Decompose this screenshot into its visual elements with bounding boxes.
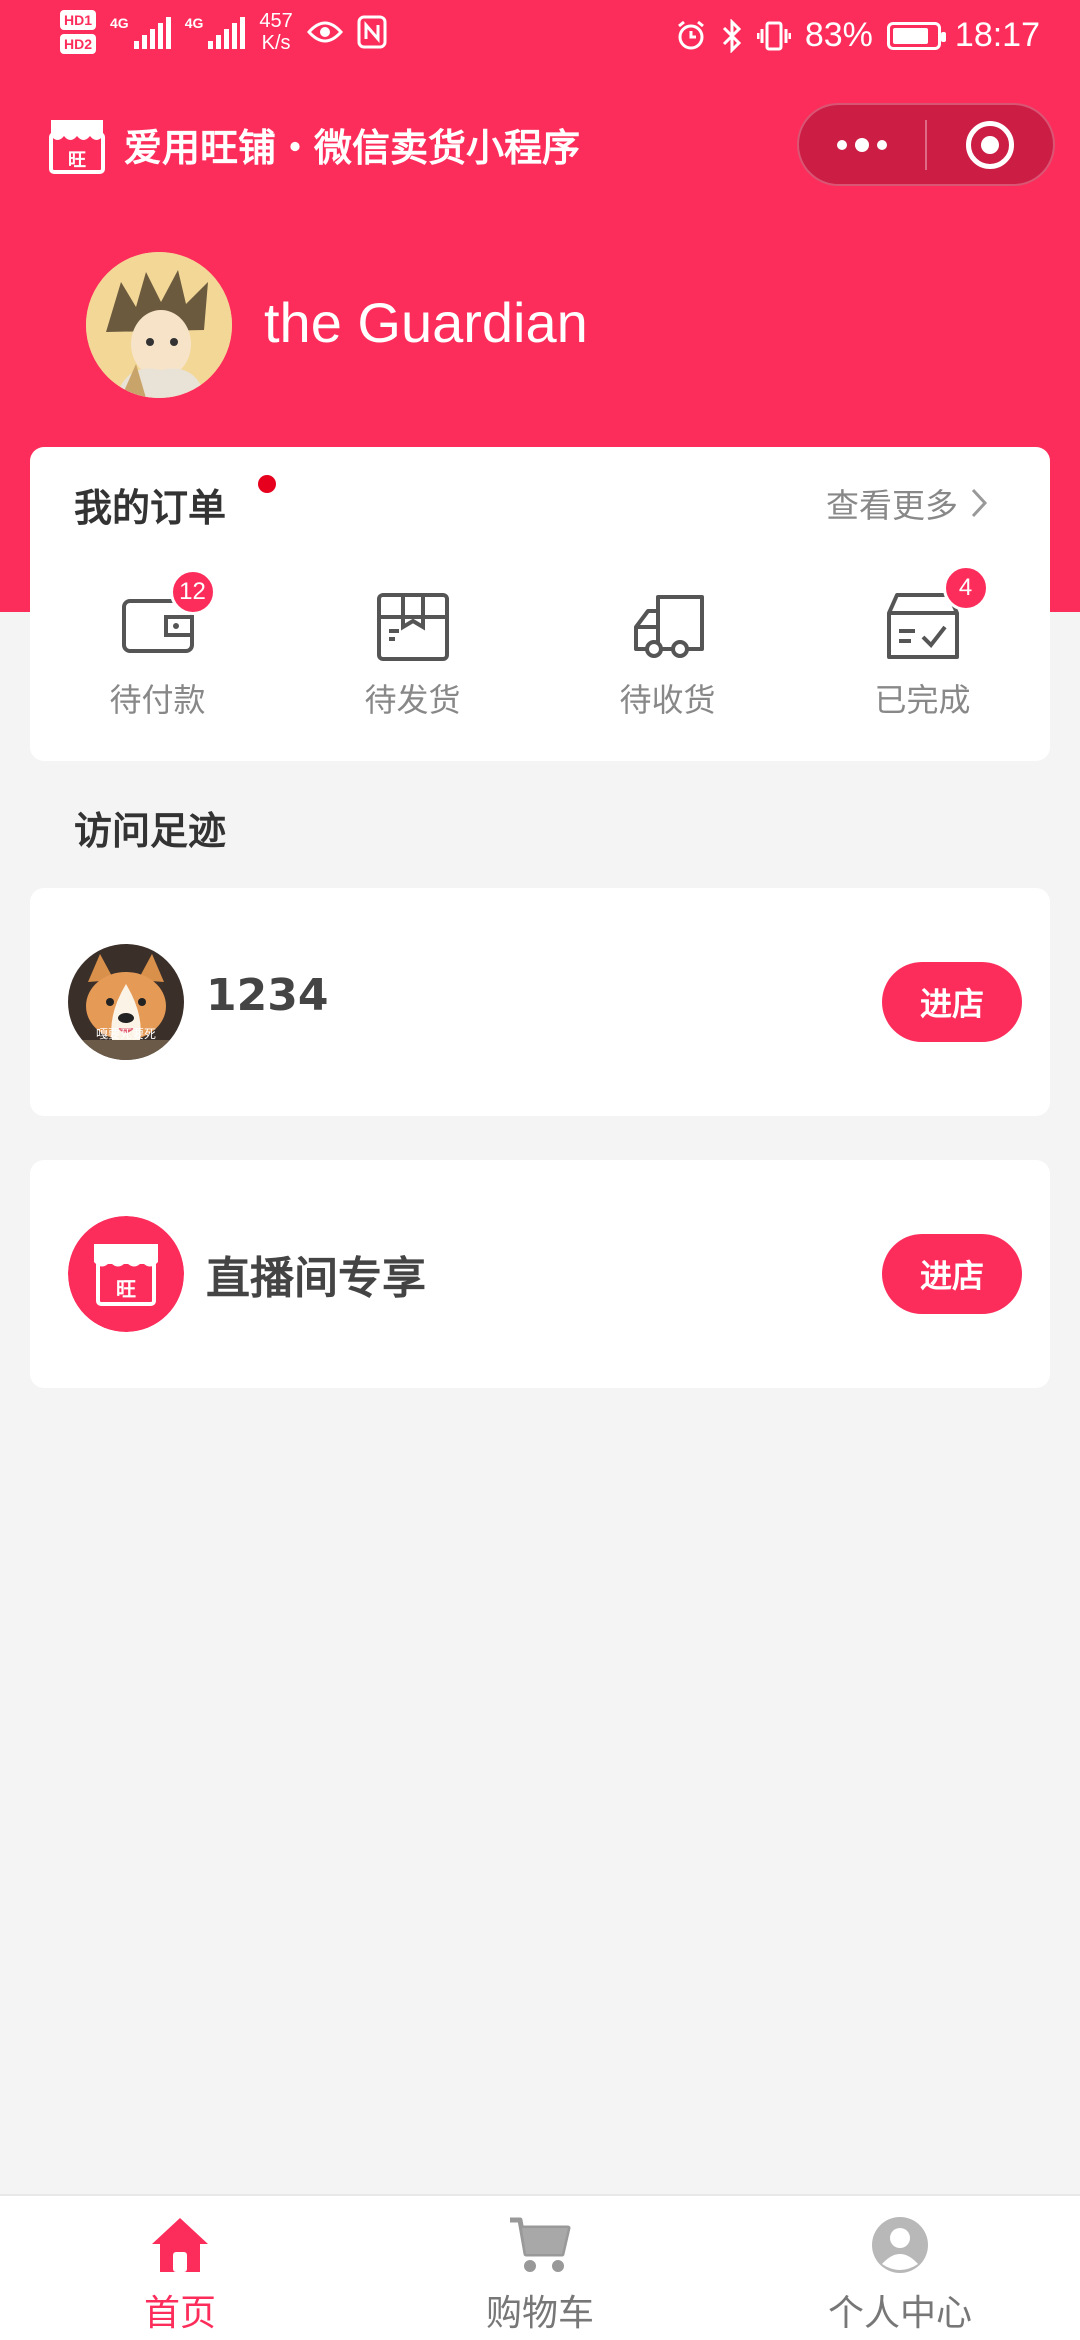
shop-avatar: 嘎要死要死 xyxy=(68,944,184,1060)
target-icon xyxy=(966,120,1014,169)
home-icon xyxy=(152,2218,208,2272)
title-bar: 旺 爱用旺铺・微信卖货小程序 xyxy=(48,104,580,184)
order-status-to-ship[interactable]: 待发货 xyxy=(285,587,540,721)
shop-name: 1234 xyxy=(206,970,329,1021)
tab-label: 首页 xyxy=(143,2293,216,2334)
avatar-image xyxy=(86,252,232,398)
notification-dot xyxy=(258,475,276,493)
pending-payment-badge: 12 xyxy=(169,569,216,615)
username: the Guardian xyxy=(264,291,588,354)
store-logo-icon: 旺 xyxy=(68,1216,184,1332)
order-status-pending-payment[interactable]: 12 待付款 xyxy=(30,569,285,721)
order-status-to-receive[interactable]: 待收货 xyxy=(540,587,795,721)
vibrate-icon xyxy=(756,21,791,50)
chevron-right-icon xyxy=(971,488,988,518)
network-1-label: 4G xyxy=(110,15,129,31)
completed-badge: 4 xyxy=(942,565,989,611)
orders-card: 我的订单 查看更多 12 待付款 待发货 待收货 4 已完成 xyxy=(30,447,1050,761)
tab-cart[interactable]: 购物车 xyxy=(360,2196,720,2340)
truck-icon xyxy=(633,595,704,658)
hd1-label: HD1 xyxy=(60,10,97,30)
network-speed: 457 K/s xyxy=(259,10,292,54)
order-status-completed[interactable]: 4 已完成 xyxy=(795,565,1050,721)
nfc-icon xyxy=(357,15,387,49)
battery-icon xyxy=(886,21,946,50)
logo-text: 旺 xyxy=(116,1277,136,1301)
clock: 18:17 xyxy=(954,16,1040,54)
footprints-title: 访问足迹 xyxy=(74,809,227,853)
svg-text:旺: 旺 xyxy=(68,150,86,171)
view-more-link[interactable]: 查看更多 xyxy=(826,479,988,527)
alarm-icon xyxy=(677,20,704,49)
shop-logo: 旺 xyxy=(68,1216,184,1332)
tab-label: 个人中心 xyxy=(827,2293,972,2334)
cart-icon xyxy=(510,2217,571,2272)
shop-name: 直播间专享 xyxy=(206,1253,426,1304)
more-menu-button[interactable] xyxy=(799,105,925,184)
status-bar: HD1 HD2 4G 4G 457 K/s 83% 18:17 xyxy=(0,0,1080,80)
hd2-label: HD2 xyxy=(60,34,97,54)
order-status-label: 已完成 xyxy=(874,681,971,719)
hd-indicators: HD1 HD2 xyxy=(60,10,97,54)
app-title: 爱用旺铺・微信卖货小程序 xyxy=(124,125,581,170)
bluetooth-icon xyxy=(722,18,741,53)
order-status-label: 待收货 xyxy=(619,681,716,719)
network-2-label: 4G xyxy=(184,15,204,31)
more-dots-icon xyxy=(837,137,887,152)
order-status-label: 待发货 xyxy=(364,681,461,719)
signal-1-icon: 4G xyxy=(110,15,171,49)
tab-home[interactable]: 首页 xyxy=(0,2196,360,2340)
signal-2-icon: 4G xyxy=(185,15,246,49)
speed-value: 457 xyxy=(259,10,293,32)
speed-unit: K/s xyxy=(261,32,291,54)
battery-percent: 83% xyxy=(804,16,873,54)
view-more-label: 查看更多 xyxy=(826,486,958,525)
tab-bar: 首页 购物车 个人中心 xyxy=(0,2194,1080,2340)
package-icon xyxy=(376,593,449,661)
tab-profile[interactable]: 个人中心 xyxy=(720,2196,1080,2340)
eye-icon xyxy=(306,21,343,43)
avatar-caption: 嘎要死要死 xyxy=(96,1027,156,1041)
shop-card-live[interactable]: 旺 直播间专享 进店 xyxy=(30,1160,1050,1388)
user-avatar[interactable] xyxy=(86,252,232,398)
close-miniprogram-button[interactable] xyxy=(927,105,1053,184)
tab-label: 购物车 xyxy=(485,2293,594,2334)
enter-shop-button[interactable]: 进店 xyxy=(882,1234,1022,1314)
miniprogram-capsule xyxy=(797,103,1055,186)
shop-card-1234[interactable]: 嘎要死要死 1234 进店 xyxy=(30,888,1050,1116)
orders-title: 我的订单 xyxy=(74,486,227,530)
enter-shop-button[interactable]: 进店 xyxy=(882,962,1022,1042)
shop-logo-icon: 旺 xyxy=(49,120,105,174)
user-icon xyxy=(872,2217,928,2273)
corgi-image: 嘎要死要死 xyxy=(68,944,184,1060)
order-status-label: 待付款 xyxy=(109,681,206,719)
